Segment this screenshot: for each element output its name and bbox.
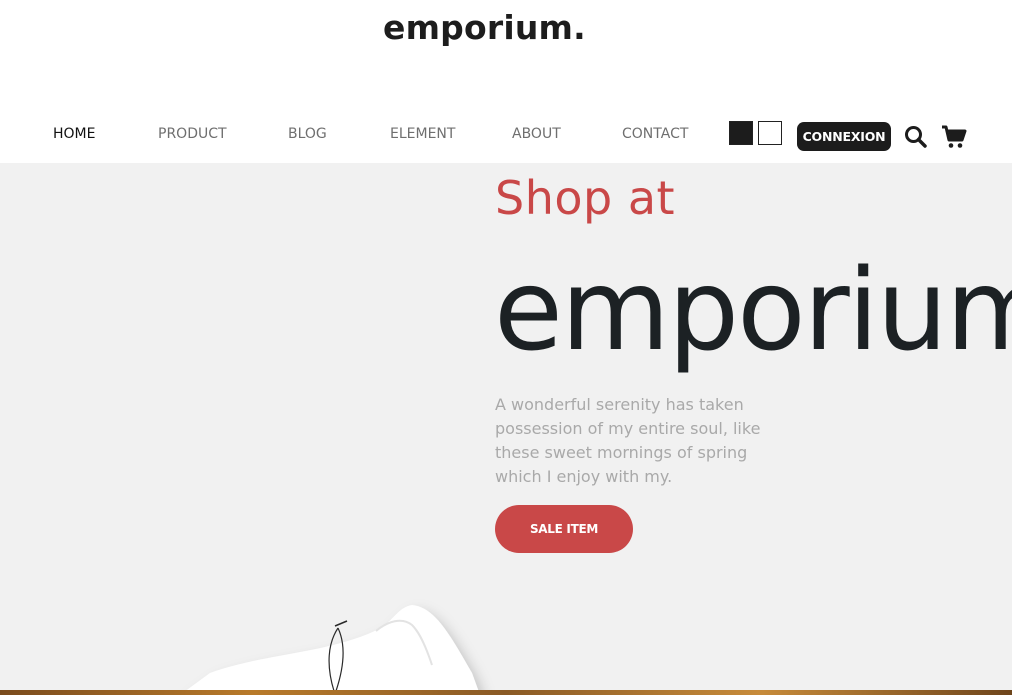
site-logo[interactable]: emporium. [383,8,586,47]
dark-theme-swatch[interactable] [729,121,753,145]
connexion-button[interactable]: CONNEXION [797,122,891,151]
nav-item-about[interactable]: ABOUT [512,126,561,142]
page: emporium. HOME PRODUCT BLOG ELEMENT ABOU… [0,0,1012,695]
bottom-image-strip [0,690,1012,695]
tshirt-image [150,595,510,695]
sale-item-button[interactable]: SALE ITEM [495,505,633,553]
search-icon[interactable] [903,124,929,150]
hero-kicker: Shop at [495,171,676,225]
nav-item-blog[interactable]: BLOG [288,126,327,142]
nav-item-product[interactable]: PRODUCT [158,126,227,142]
hero-description: A wonderful serenity has taken possessio… [495,395,761,486]
hero-section: Shop at emporium A wonderful serenity ha… [0,163,1012,695]
nav-item-home[interactable]: HOME [53,126,95,142]
nav-item-contact[interactable]: CONTACT [622,126,688,142]
site-header: emporium. HOME PRODUCT BLOG ELEMENT ABOU… [0,0,1012,163]
cart-icon[interactable] [941,124,967,150]
light-theme-swatch[interactable] [758,121,782,145]
nav-item-element[interactable]: ELEMENT [390,126,455,142]
hero-title: emporium [494,246,1012,376]
